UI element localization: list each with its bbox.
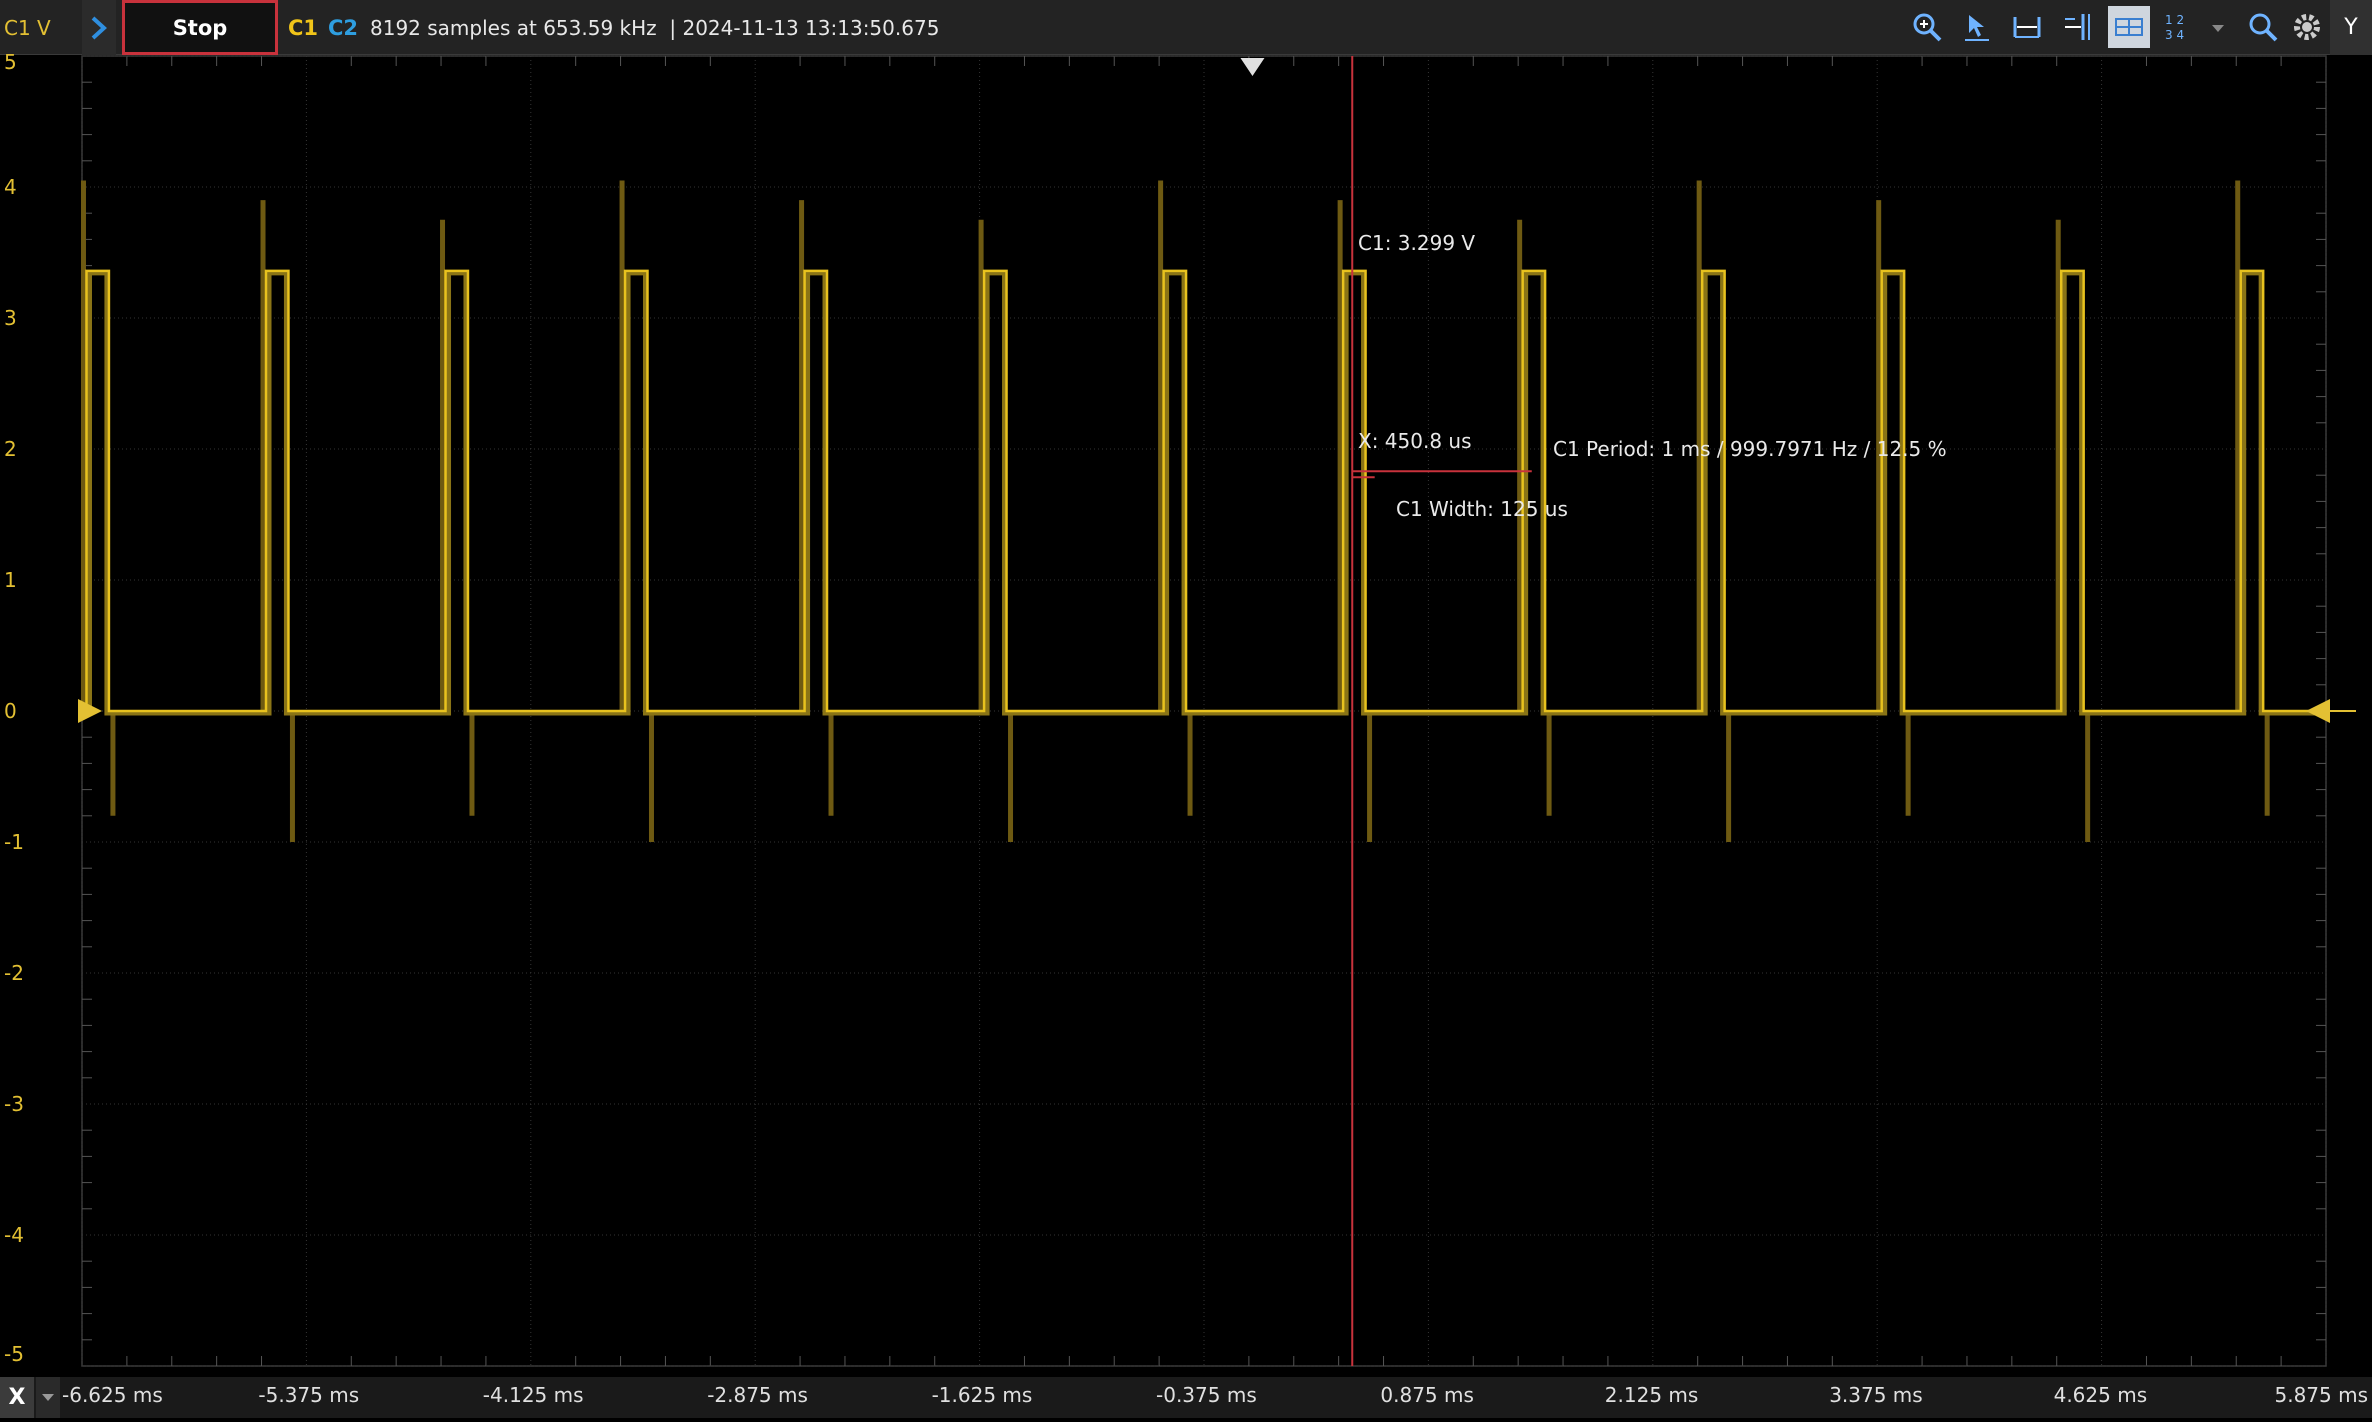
x-tick-label: -2.875 ms	[707, 1383, 808, 1407]
settings-icon[interactable]	[2286, 6, 2328, 48]
numbered-layout-icon[interactable]: 1 23 4	[2158, 6, 2200, 48]
run-button[interactable]	[82, 0, 116, 55]
x-tick-label: 3.375 ms	[1829, 1383, 1923, 1407]
x-tick-label: 0.875 ms	[1380, 1383, 1474, 1407]
x-tick-label: -4.125 ms	[482, 1383, 584, 1407]
grid-icon[interactable]	[2108, 6, 2150, 48]
stop-button[interactable]: Stop	[122, 0, 278, 55]
y-axis-button[interactable]: Y	[2330, 0, 2372, 55]
x-tick-label: 4.625 ms	[2053, 1383, 2148, 1407]
cursor-value-readout: C1: 3.299 V	[1358, 231, 1476, 255]
vertical-cursor-icon[interactable]	[2056, 6, 2098, 48]
channel1-toggle[interactable]: C1	[288, 0, 318, 55]
x-tick-label: -6.625 ms	[62, 1383, 163, 1407]
acquisition-info: 8192 samples at 653.59 kHz | 2024-11-13 …	[370, 15, 940, 40]
x-tick-label: -1.625 ms	[931, 1383, 1033, 1407]
trigger-time-marker	[1240, 58, 1265, 76]
zoom-icon[interactable]	[2242, 6, 2284, 48]
cursor-icon[interactable]	[1956, 6, 1998, 48]
zoom-in-icon[interactable]	[1906, 6, 1948, 48]
scope-plot[interactable]	[0, 55, 2372, 1377]
svg-text:3 4: 3 4	[2165, 28, 2184, 42]
period-readout: C1 Period: 1 ms / 999.7971 Hz / 12.5 %	[1553, 437, 1947, 461]
cursor-x-readout: X: 450.8 us	[1358, 429, 1472, 453]
svg-text:1 2: 1 2	[2165, 13, 2184, 27]
x-axis-button[interactable]: X	[0, 1377, 34, 1418]
x-tick-label: 5.875 ms	[2274, 1383, 2368, 1407]
horizontal-cursor-icon[interactable]	[2006, 6, 2048, 48]
x-tick-label: -5.375 ms	[258, 1383, 360, 1407]
x-tick-label: -0.375 ms	[1156, 1383, 1257, 1407]
width-readout: C1 Width: 125 us	[1396, 497, 1568, 521]
channel2-toggle[interactable]: C2	[328, 0, 358, 55]
toolbar: C1 V Stop C1 C2 8192 samples at 653.59 k…	[0, 0, 2372, 55]
play-chevron-icon	[91, 16, 107, 39]
chevron-down-icon	[42, 1394, 54, 1401]
y-unit-label: C1 V	[4, 15, 51, 40]
x-tick-label: 2.125 ms	[1604, 1383, 1699, 1407]
trigger-level-marker	[2306, 699, 2330, 723]
channel1-trace	[80, 180, 2326, 842]
x-axis-dropdown[interactable]	[36, 1377, 60, 1418]
chevron-down-icon[interactable]	[2206, 6, 2230, 48]
x-axis-bar: X -6.625 ms -5.375 ms -4.125 ms -2.875 ms -1…	[0, 1377, 2372, 1418]
